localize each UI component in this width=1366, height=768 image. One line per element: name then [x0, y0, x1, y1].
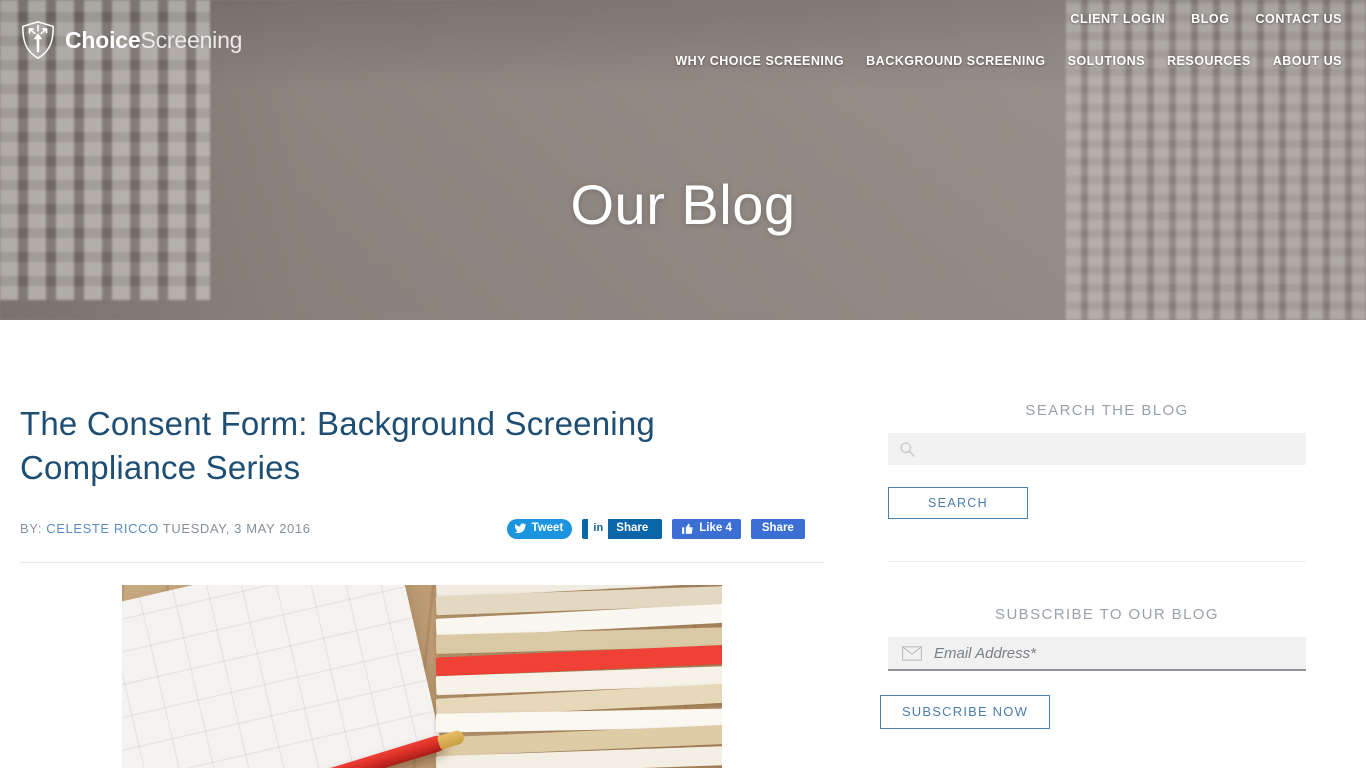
- logo-word-choice: Choice: [65, 26, 141, 53]
- twitter-tweet-label: Tweet: [531, 522, 564, 534]
- image-keyboard: [122, 584, 442, 768]
- linkedin-share-button[interactable]: in Share: [582, 518, 663, 539]
- search-field-wrapper[interactable]: [888, 433, 1306, 465]
- nav-background-screening[interactable]: BACKGROUND SCREENING: [866, 54, 1045, 68]
- main-navigation: WHY CHOICE SCREENING BACKGROUND SCREENIN…: [675, 54, 1342, 68]
- subscribe-widget: SUBSCRIBE TO OUR BLOG SUBSCRIBE NOW: [880, 606, 1326, 729]
- image-folder-stack: [435, 584, 722, 768]
- search-heading: SEARCH THE BLOG: [1025, 402, 1189, 419]
- email-field-wrapper[interactable]: [888, 637, 1306, 671]
- post-meta-row: BY: CELESTE RICCO TUESDAY, 3 MAY 2016 Tw…: [20, 518, 825, 540]
- nav-contact-us[interactable]: CONTACT US: [1255, 12, 1342, 26]
- hero-buildings-right: [1066, 0, 1366, 320]
- blog-post-article: The Consent Form: Background Screening C…: [0, 402, 880, 768]
- post-author-link[interactable]: CELESTE RICCO: [46, 521, 159, 536]
- facebook-like-button[interactable]: Like 4: [672, 518, 741, 539]
- post-featured-image: [122, 584, 722, 768]
- post-title: The Consent Form: Background Screening C…: [20, 405, 655, 486]
- linkedin-share-label: Share: [616, 522, 649, 534]
- linkedin-icon: in: [588, 518, 609, 539]
- content-wrapper: The Consent Form: Background Screening C…: [0, 320, 1366, 768]
- sidebar-divider: [888, 561, 1306, 562]
- nav-solutions[interactable]: SOLUTIONS: [1068, 54, 1145, 68]
- post-divider: [20, 561, 825, 563]
- nav-about-us[interactable]: ABOUT US: [1273, 54, 1342, 68]
- site-logo[interactable]: ChoiceScreening: [20, 20, 242, 60]
- subscribe-now-button[interactable]: SUBSCRIBE NOW: [880, 695, 1050, 729]
- thumbs-up-icon: [682, 523, 693, 535]
- post-date: TUESDAY, 3 MAY 2016: [162, 521, 311, 537]
- subscribe-button-wrap: SUBSCRIBE NOW: [880, 671, 1306, 729]
- nav-resources[interactable]: RESOURCES: [1167, 54, 1251, 68]
- shield-arrows-icon: [22, 21, 54, 60]
- page-body: The Consent Form: Background Screening C…: [0, 320, 1366, 768]
- site-header-hero: ChoiceScreening CLIENT LOGIN BLOG CONTAC…: [0, 0, 1366, 320]
- email-input[interactable]: [888, 637, 1306, 669]
- twitter-tweet-button[interactable]: Tweet: [506, 518, 573, 539]
- nav-client-login[interactable]: CLIENT LOGIN: [1070, 12, 1165, 26]
- search-widget: SEARCH THE BLOG SEARCH: [880, 402, 1326, 519]
- utility-navigation: CLIENT LOGIN BLOG CONTACT US: [1070, 12, 1342, 26]
- facebook-like-label: Like 4: [699, 522, 732, 534]
- social-share-buttons: Tweet in Share Like 4 Share: [506, 518, 805, 539]
- facebook-share-button[interactable]: Share: [750, 518, 805, 539]
- twitter-bird-icon: [514, 523, 526, 534]
- search-button[interactable]: SEARCH: [888, 487, 1028, 519]
- blog-sidebar: SEARCH THE BLOG SEARCH SUBSCRIBE TO OUR …: [880, 402, 1346, 768]
- nav-why-choice-screening[interactable]: WHY CHOICE SCREENING: [675, 54, 844, 68]
- page-title: Our Blog: [570, 173, 796, 236]
- search-input[interactable]: [888, 433, 1306, 465]
- byline-label: BY:: [20, 521, 43, 537]
- nav-blog[interactable]: BLOG: [1191, 12, 1229, 26]
- subscribe-heading: SUBSCRIBE TO OUR BLOG: [995, 606, 1219, 623]
- search-button-wrap: SEARCH: [880, 465, 1306, 519]
- post-byline: BY: CELESTE RICCO TUESDAY, 3 MAY 2016: [20, 521, 311, 536]
- logo-wordmark: ChoiceScreening: [65, 26, 243, 53]
- logo-word-screening: Screening: [140, 26, 243, 53]
